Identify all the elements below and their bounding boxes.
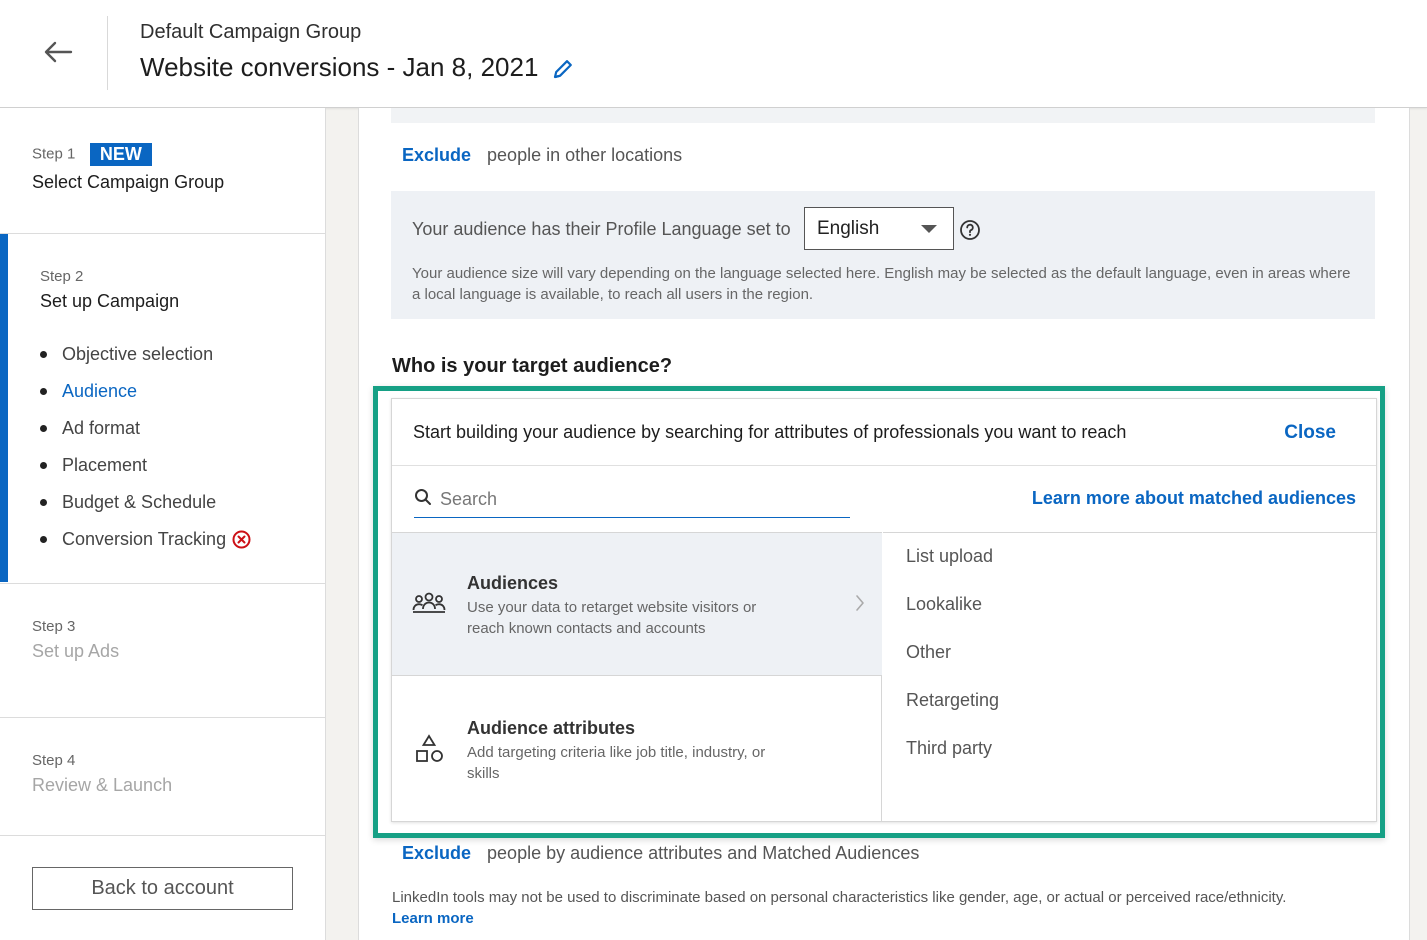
search-icon [414,488,432,511]
category-title: Audiences [467,573,559,593]
substep-placement[interactable]: Placement [40,447,326,484]
subcategory-other[interactable]: Other [906,642,951,663]
builder-intro: Start building your audience by searchin… [413,422,1127,442]
category-description: Use your data to retarget website visito… [467,599,757,637]
caret-down-icon [921,225,937,233]
substep-label: Conversion Tracking [62,529,227,549]
error-circle-icon [232,530,251,549]
exclude-locations-row: Exclude people in other locations [402,145,682,166]
step-title: Select Campaign Group [32,172,225,192]
step-label: Step 3 [32,618,76,635]
subcategory-retargeting[interactable]: Retargeting [906,690,999,711]
new-badge: NEW [89,143,152,166]
legal-text: LinkedIn tools may not be used to discri… [392,889,1287,906]
exclude-locations-text: people in other locations [487,145,683,165]
subcategory-third-party[interactable]: Third party [906,738,992,759]
target-audience-heading: Who is your target audience? [392,355,673,377]
top-header: Default Campaign Group Website conversio… [0,0,1427,108]
step-1[interactable]: Step 1 NEW Select Campaign Group [0,108,326,234]
steps-sidebar: Step 1 NEW Select Campaign Group Step 2 … [0,108,326,940]
step-label: Step 2 [40,268,84,285]
substep-objective-selection[interactable]: Objective selection [40,336,326,373]
learn-matched-audiences-link[interactable]: Learn more about matched audiences [1032,488,1356,509]
language-note: Your audience size will vary depending o… [412,265,1351,303]
help-question-icon[interactable] [959,219,981,241]
step-title: Set up Campaign [40,291,180,311]
close-builder-link[interactable]: Close [1284,422,1336,444]
profile-language-box: Your audience has their Profile Language… [391,191,1375,319]
step-4[interactable]: Step 4 Review & Launch [0,718,326,836]
substep-ad-format[interactable]: Ad format [40,410,326,447]
category-audience-attributes[interactable]: Audience attributes Add targeting criter… [392,677,882,822]
language-selected-value: English [817,217,880,239]
active-step-indicator [0,234,8,582]
exclude-locations-link[interactable]: Exclude [402,145,471,166]
campaign-title: Website conversions - Jan 8, 2021 [140,52,576,83]
language-dropdown[interactable]: English [804,207,954,250]
language-prompt: Your audience has their Profile Language… [412,219,791,239]
campaign-group-name: Default Campaign Group [140,21,362,43]
learn-more-link[interactable]: Learn more [392,908,1372,929]
step-label: Step 1 [32,145,76,163]
substep-audience[interactable]: Audience [40,373,326,410]
category-description: Add targeting criteria like job title, i… [467,744,766,782]
category-audiences[interactable]: Audiences Use your data to retarget webs… [392,533,882,676]
substep-conversion-tracking[interactable]: Conversion Tracking [40,521,326,558]
step-2-substeps: Objective selection Audience Ad format P… [40,336,326,558]
exclude-attributes-row: Exclude people by audience attributes an… [402,843,919,864]
campaign-title-text: Website conversions - Jan 8, 2021 [140,52,539,82]
subcategory-lookalike[interactable]: Lookalike [906,594,982,615]
search-field [414,482,850,518]
location-box-bottom [391,108,1375,123]
main-panel: Exclude people in other locations Your a… [358,108,1410,940]
pencil-edit-icon[interactable] [552,58,576,82]
people-group-icon [412,589,446,619]
chevron-right-icon [854,593,866,613]
step-2[interactable]: Step 2 Set up Campaign Objective selecti… [0,234,326,584]
header-divider [107,16,108,90]
search-input[interactable] [440,489,830,510]
step-label: Step 4 [32,752,76,769]
subcategory-list-upload[interactable]: List upload [906,546,993,567]
step-title: Review & Launch [32,775,173,795]
builder-divider [392,465,1376,466]
legal-notice: LinkedIn tools may not be used to discri… [392,887,1372,929]
step-3[interactable]: Step 3 Set up Ads [0,584,326,718]
shapes-icon [412,734,446,764]
back-to-account-button[interactable]: Back to account [32,867,293,910]
exclude-attributes-text: people by audience attributes and Matche… [487,843,920,863]
category-title: Audience attributes [467,718,636,738]
subcategory-column: List upload Lookalike Other Retargeting … [883,532,1376,822]
category-column: Audiences Use your data to retarget webs… [392,532,882,822]
audience-builder: Start building your audience by searchin… [391,398,1377,822]
step-title: Set up Ads [32,641,120,661]
back-arrow-icon[interactable] [38,32,78,72]
substep-budget-schedule[interactable]: Budget & Schedule [40,484,326,521]
exclude-attributes-link[interactable]: Exclude [402,843,471,864]
